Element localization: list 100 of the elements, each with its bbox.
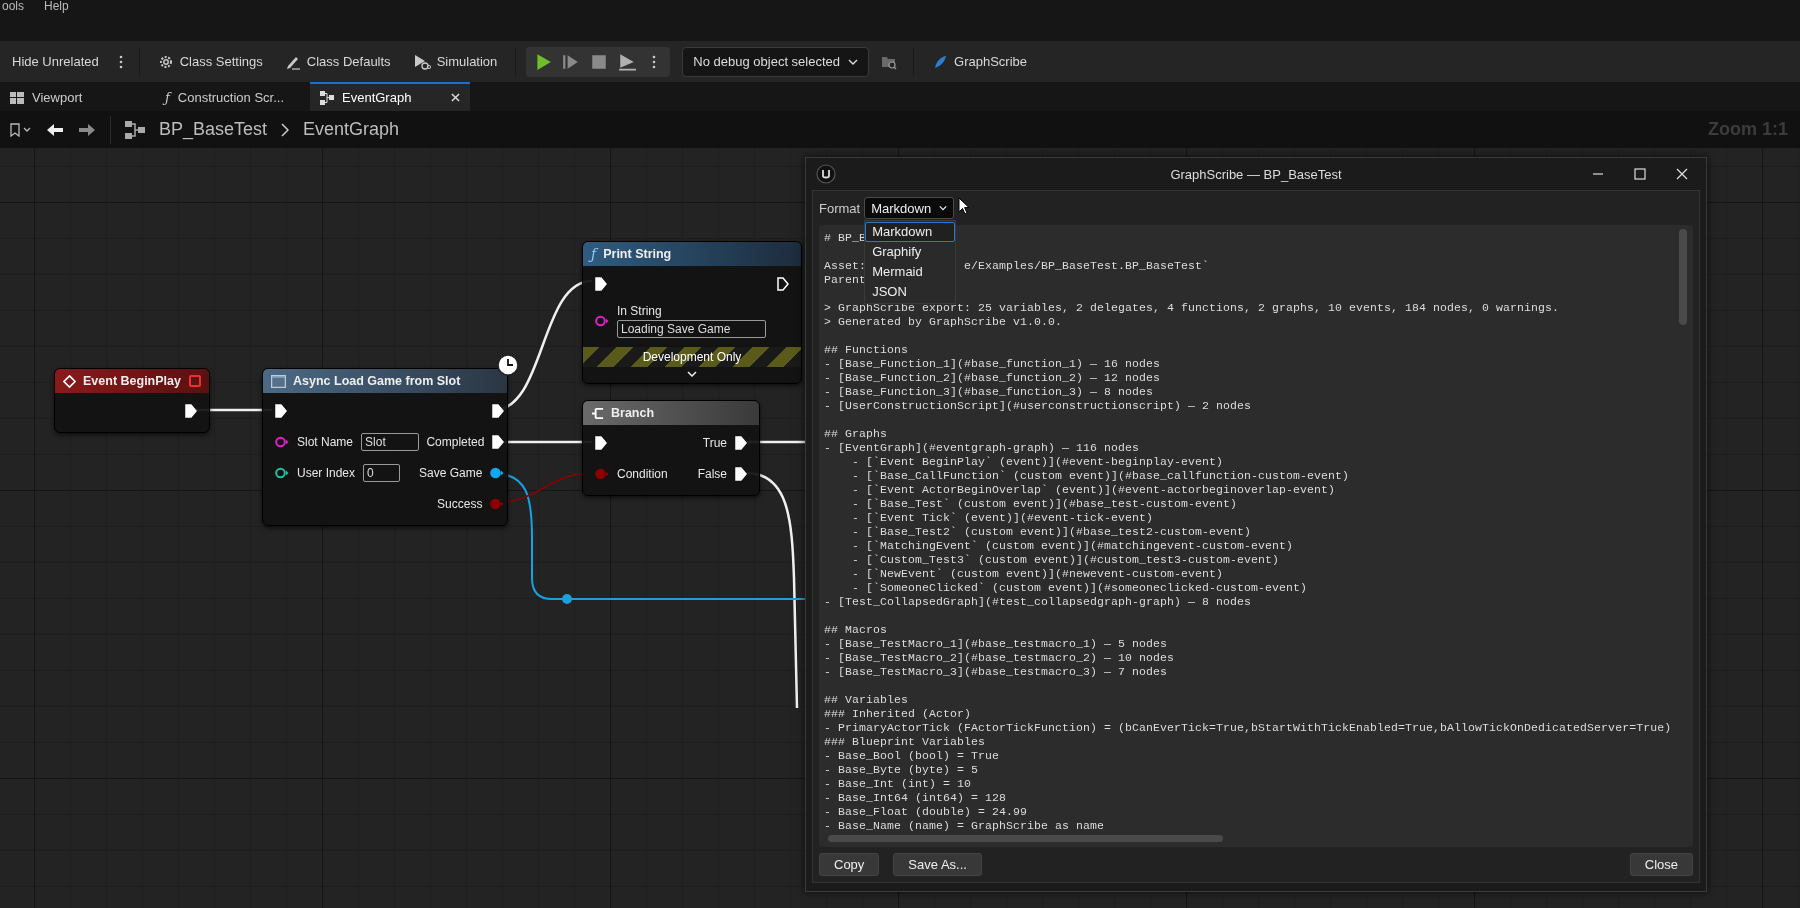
output-text-line: ## Variables: [824, 693, 908, 706]
breadcrumb-link[interactable]: EventGraph: [303, 119, 400, 140]
output-text-line: - [`Base_Test2` (custom event)](#base_test2-custom-event): [851, 525, 1252, 538]
data-pin[interactable]: [275, 435, 289, 448]
exec-pin-connected[interactable]: [492, 434, 505, 449]
output-text-line: - [`Event Tick` (event)](#event-tick-event): [851, 511, 1154, 524]
dropdown-option[interactable]: Markdown: [865, 222, 956, 242]
feather-icon: [932, 53, 949, 70]
branch-icon: [591, 406, 604, 420]
pin-label: User Index: [297, 465, 356, 480]
mouse-cursor-icon: [958, 197, 971, 215]
delegate-pin-icon[interactable]: [189, 375, 201, 387]
output-text-line: > GraphScribe export: 25 variables, 2 delegates, 4 functions, 2 graphs, 10 events, 184 nodes, 0 warnings.: [824, 301, 1560, 314]
output-text-line: - [EventGraph](#eventgraph-graph) — 116 nodes: [824, 441, 1140, 454]
format-dropdown[interactable]: Markdown: [864, 197, 955, 219]
toolbar-button[interactable]: Class Defaults: [276, 49, 399, 74]
event-diamond-icon: [63, 374, 76, 388]
development-only-banner: Development Only: [583, 347, 801, 367]
pin-value-field[interactable]: 0: [363, 463, 401, 482]
output-text-area[interactable]: [819, 225, 1693, 847]
data-pin[interactable]: [595, 315, 609, 327]
engine-logo-icon: [816, 164, 836, 184]
exec-pin-connected[interactable]: [185, 403, 197, 418]
document-tab[interactable]: Viewport: [0, 82, 155, 111]
output-text-line: - Base_Byte (byte) = 5: [824, 763, 979, 776]
menu-item[interactable]: ools: [2, 0, 24, 12]
output-text-line: - [Base_Function_2](#base_function_2) — 12 nodes: [824, 371, 1161, 384]
output-text-line: e/Examples/BP_BaseTest.BP_BaseTest`: [964, 259, 1210, 272]
debug-object-dropdown[interactable]: No debug object selected: [682, 46, 870, 77]
stop-icon[interactable]: [590, 52, 609, 71]
bookmark-icon[interactable]: [10, 122, 32, 137]
output-text-line: - Base_Int (int) = 10: [824, 777, 972, 790]
output-text-line: ### Inherited (Actor): [824, 707, 972, 720]
play-gears-icon: [412, 53, 431, 70]
node-window-icon: [271, 374, 286, 388]
output-text-line: - Base_Int64 (int64) = 128: [824, 791, 1007, 804]
more-options-icon[interactable]: [118, 54, 123, 69]
maximize-icon[interactable]: [1634, 168, 1646, 180]
data-pin[interactable]: [275, 466, 289, 479]
close-icon[interactable]: [451, 93, 460, 102]
close-icon[interactable]: [1676, 168, 1688, 180]
clock-icon: [497, 354, 519, 376]
output-text-line: - [`Event ActorBeginOverlap` (event)](#event-actorbeginoverlap-event): [851, 483, 1336, 496]
node-graph-icon: [125, 120, 145, 139]
pin-label: False: [697, 466, 727, 481]
graph-node[interactable]: Event BeginPlay: [54, 368, 210, 433]
output-text-line: - Base_Float (double) = 24.99: [824, 805, 1028, 818]
output-text-line: - [Test_CollapsedGraph](#test_collapsedgraph-graph) — 8 nodes: [824, 595, 1252, 608]
output-text-line: Parent: [824, 273, 866, 286]
forward-arrow-icon[interactable]: [78, 122, 96, 137]
exec-pin-connected[interactable]: [492, 403, 505, 418]
exec-pin-connected[interactable]: [595, 276, 607, 291]
output-text-line: - [`SomeoneClicked` (custom event)](#someoneclicked-custom-event): [851, 581, 1308, 594]
graph-node[interactable]: Branch Condition True False: [582, 400, 760, 496]
graph-node[interactable]: ƒ Print String In String Loading Save Game Development Only: [582, 241, 802, 384]
node-title: Async Load Game from Slot: [293, 374, 461, 388]
exec-pin-connected[interactable]: [735, 466, 747, 481]
eject-icon[interactable]: [618, 52, 637, 71]
dialog-button[interactable]: Save As...: [893, 853, 982, 876]
play-icon[interactable]: [534, 52, 553, 71]
exec-pin[interactable]: [777, 276, 789, 291]
pin-label: Completed: [426, 434, 485, 449]
document-tab[interactable]: ƒ Construction Scr...: [155, 82, 310, 111]
reroute-knot[interactable]: [562, 594, 572, 604]
exec-pin-connected[interactable]: [735, 435, 747, 450]
menu-item[interactable]: Help: [44, 0, 69, 12]
node-title: Branch: [611, 406, 655, 420]
chevron-down-icon: [939, 205, 948, 211]
expand-chevron-icon[interactable]: [687, 371, 697, 377]
output-text-line: ## Functions: [824, 343, 908, 356]
vertical-scrollbar[interactable]: [1679, 229, 1687, 325]
output-text-line: - [`Event BeginPlay` (event)](#event-beginplay-event): [851, 455, 1224, 468]
dropdown-option[interactable]: Graphify: [865, 242, 956, 262]
toolbar-button[interactable]: GraphScribe: [924, 49, 1036, 74]
output-text-line: - [Base_TestMacro_1](#base_testmacro_1) — 5 nodes: [824, 637, 1168, 650]
dialog-button[interactable]: Copy: [819, 853, 880, 876]
pin-value-field[interactable]: Loading Save Game: [617, 320, 766, 338]
toolbar-button[interactable]: Simulation: [404, 49, 506, 74]
chevron-right-icon: [281, 122, 290, 137]
dropdown-option[interactable]: Mermaid: [865, 262, 956, 282]
toolbar-button[interactable]: Class Settings: [149, 49, 271, 74]
more-options-icon[interactable]: [652, 54, 657, 69]
settings-icon: [157, 53, 174, 70]
output-text-line: - [Base_Function_1](#base_function_1) — 16 nodes: [824, 357, 1161, 370]
back-arrow-icon[interactable]: [46, 122, 64, 137]
exec-pin-connected[interactable]: [595, 435, 607, 450]
pin-label: In String: [617, 304, 663, 318]
exec-pin-connected[interactable]: [275, 403, 287, 418]
node-graph-icon: [320, 90, 334, 105]
dialog-button[interactable]: Close: [1629, 853, 1693, 876]
data-pin-connected[interactable]: [490, 466, 505, 479]
toolbar-button[interactable]: Hide Unrelated: [4, 50, 107, 73]
output-text-line: - [Base_TestMacro_2](#base_testmacro_2) — 10 nodes: [824, 651, 1175, 664]
output-text-line: - [`NewEvent` (custom event)](#newevent-custom-event): [851, 567, 1224, 580]
pin-label: Slot Name: [297, 434, 354, 449]
document-tab[interactable]: EventGraph: [310, 82, 470, 111]
horizontal-scrollbar[interactable]: [828, 835, 1223, 842]
breadcrumb-link[interactable]: BP_BaseTest: [159, 119, 268, 140]
dropdown-option[interactable]: JSON: [865, 282, 956, 302]
pin-value-field[interactable]: Slot: [361, 432, 420, 451]
